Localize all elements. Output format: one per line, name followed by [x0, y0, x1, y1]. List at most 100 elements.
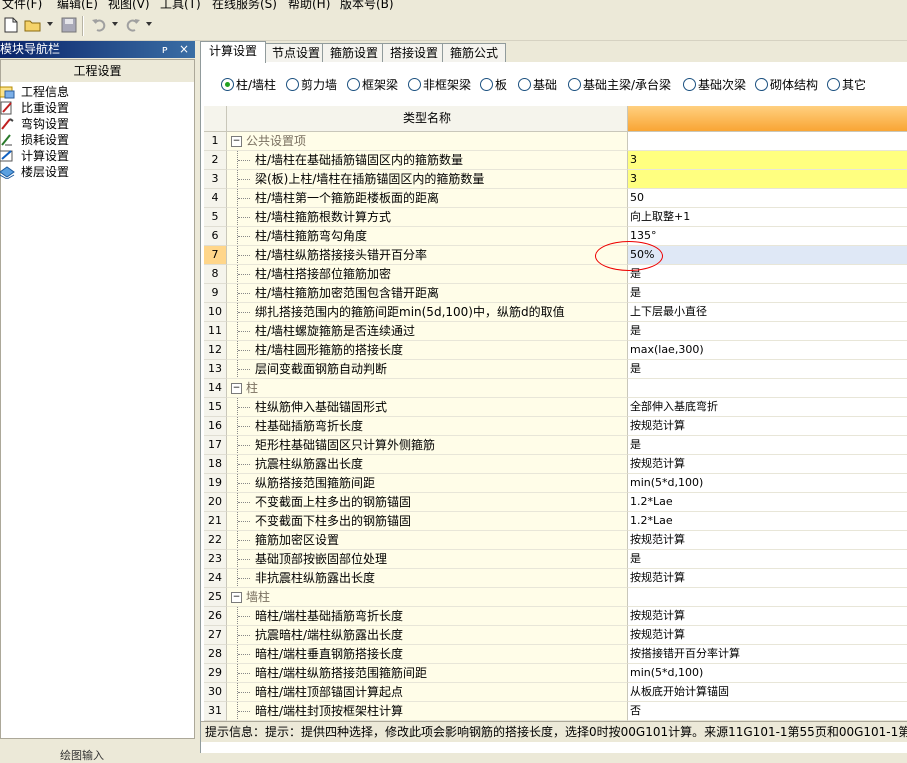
table-row[interactable]: 22 箍筋加密区设置 按规范计算 [204, 531, 907, 550]
menu-tools[interactable]: 工具(T) [160, 0, 201, 10]
setting-value-cell[interactable]: 1.2*Lae [628, 512, 907, 531]
table-row[interactable]: 20 不变截面上柱多出的钢筋锚固 1.2*Lae [204, 493, 907, 512]
save-icon[interactable] [60, 16, 78, 34]
table-row[interactable]: 2 柱/墙柱在基础插筋锚固区内的箍筋数量 3 [204, 151, 907, 170]
setting-value-cell[interactable]: 全部伸入基底弯折 [628, 398, 907, 417]
collapse-icon[interactable]: − [231, 383, 242, 394]
setting-value-cell[interactable]: 上下层最小直径 [628, 303, 907, 322]
setting-value-cell[interactable]: max(lae,300) [628, 341, 907, 360]
table-row[interactable]: 6 柱/墙柱箍筋弯勾角度 135° [204, 227, 907, 246]
setting-value-cell[interactable]: 按规范计算 [628, 455, 907, 474]
menu-version[interactable]: 版本号(B) [340, 0, 394, 10]
setting-value-cell[interactable]: min(5*d,100) [628, 474, 907, 493]
tab-lap-settings[interactable]: 搭接设置 [382, 43, 446, 62]
grid-group-row[interactable]: 1− 公共设置项 [204, 132, 907, 151]
menu-view[interactable]: 视图(V) [108, 0, 150, 10]
table-row[interactable]: 15 柱纵筋伸入基础锚固形式 全部伸入基底弯折 [204, 398, 907, 417]
setting-value-cell[interactable]: 向上取整+1 [628, 208, 907, 227]
setting-value-cell[interactable]: 是 [628, 360, 907, 379]
setting-value: 按规范计算 [630, 419, 685, 432]
setting-value-cell[interactable]: 按规范计算 [628, 607, 907, 626]
collapse-icon[interactable]: − [231, 136, 242, 147]
setting-value-cell[interactable]: 3 [628, 151, 907, 170]
table-row[interactable]: 17 矩形柱基础锚固区只计算外侧箍筋 是 [204, 436, 907, 455]
setting-value-cell[interactable]: 按规范计算 [628, 417, 907, 436]
table-row[interactable]: 21 不变截面下柱多出的钢筋锚固 1.2*Lae [204, 512, 907, 531]
setting-value-cell[interactable]: 按搭接错开百分率计算 [628, 645, 907, 664]
row-name-cell: 柱/墙柱搭接部位箍筋加密 [227, 265, 628, 284]
menu-edit[interactable]: 编辑(E) [57, 0, 98, 10]
table-row[interactable]: 3 梁(板)上柱/墙柱在插筋锚固区内的箍筋数量 3 [204, 170, 907, 189]
menu-file[interactable]: 文件(F) [2, 0, 42, 10]
undo-icon[interactable] [90, 16, 108, 34]
grid-group-row[interactable]: 14− 柱 [204, 379, 907, 398]
row-number: 9 [204, 284, 227, 303]
close-icon[interactable]: × [179, 41, 189, 58]
table-row[interactable]: 12 柱/墙柱圆形箍筋的搭接长度 max(lae,300) [204, 341, 907, 360]
setting-value-cell[interactable]: 按规范计算 [628, 531, 907, 550]
setting-value-cell[interactable]: 是 [628, 436, 907, 455]
row-name-cell: 抗震柱纵筋露出长度 [227, 455, 628, 474]
table-row[interactable]: 11 柱/墙柱螺旋箍筋是否连续通过 是 [204, 322, 907, 341]
open-dropdown-icon[interactable] [47, 22, 53, 26]
panel-bottom-tab[interactable]: 绘图输入 [60, 747, 104, 763]
setting-value-cell[interactable]: 从板底开始计算锚固 [628, 683, 907, 702]
open-folder-icon[interactable] [24, 16, 42, 34]
radio-icon [286, 78, 299, 91]
table-row[interactable]: 18 抗震柱纵筋露出长度 按规范计算 [204, 455, 907, 474]
weight-settings-icon [0, 101, 15, 115]
new-file-icon[interactable] [2, 16, 20, 34]
table-row[interactable]: 24 非抗震柱纵筋露出长度 按规范计算 [204, 569, 907, 588]
tab-stirrup-settings[interactable]: 箍筋设置 [322, 43, 386, 62]
table-row[interactable]: 9 柱/墙柱箍筋加密范围包含错开距离 是 [204, 284, 907, 303]
table-row[interactable]: 19 纵筋搭接范围箍筋间距 min(5*d,100) [204, 474, 907, 493]
table-row[interactable]: 5 柱/墙柱箍筋根数计算方式 向上取整+1 [204, 208, 907, 227]
tree-branch [238, 179, 250, 181]
grid-group-row[interactable]: 25− 墙柱 [204, 588, 907, 607]
setting-value-cell[interactable]: 是 [628, 322, 907, 341]
menu-help[interactable]: 帮助(H) [288, 0, 330, 10]
table-row[interactable]: 31 暗柱/端柱封顶按框架柱计算 否 [204, 702, 907, 721]
setting-value-cell[interactable]: 按规范计算 [628, 569, 907, 588]
tab-stirrup-formula[interactable]: 箍筋公式 [442, 43, 506, 62]
table-row[interactable]: 28 暗柱/端柱垂直钢筋搭接长度 按搭接错开百分率计算 [204, 645, 907, 664]
tab-node-settings[interactable]: 节点设置 [264, 43, 328, 62]
table-row[interactable]: 23 基础顶部按嵌固部位处理 是 [204, 550, 907, 569]
table-row[interactable]: 13 层间变截面钢筋自动判断 是 [204, 360, 907, 379]
setting-value-cell[interactable] [628, 379, 907, 398]
pin-icon[interactable]: ᴘ [162, 41, 168, 58]
setting-value-cell[interactable]: 否 [628, 702, 907, 721]
panel-section-header[interactable]: 工程设置 [0, 59, 195, 83]
table-row[interactable]: 29 暗柱/端柱纵筋搭接范围箍筋间距 min(5*d,100) [204, 664, 907, 683]
redo-icon[interactable] [124, 16, 142, 34]
setting-value-cell[interactable]: 135° [628, 227, 907, 246]
setting-value-cell[interactable]: 1.2*Lae [628, 493, 907, 512]
setting-value-cell[interactable]: 按规范计算 [628, 626, 907, 645]
table-row[interactable]: 10 绑扎搭接范围内的箍筋间距min(5d,100)中，纵筋d的取值 上下层最小直径 [204, 303, 907, 322]
row-number: 2 [204, 151, 227, 170]
collapse-icon[interactable]: − [231, 592, 242, 603]
setting-value-cell[interactable] [628, 132, 907, 151]
menu-online-service[interactable]: 在线服务(S) [212, 0, 277, 10]
setting-value-cell[interactable]: 50 [628, 189, 907, 208]
setting-value-cell[interactable] [628, 588, 907, 607]
calc-settings-panel: 柱/墙柱 剪力墙 框架梁 非框架梁 板 基础 基础主梁/承台梁 基础次梁 砌体结… [200, 62, 907, 753]
tab-calc-settings[interactable]: 计算设置 [200, 41, 266, 63]
table-row[interactable]: 27 抗震暗柱/端柱纵筋露出长度 按规范计算 [204, 626, 907, 645]
setting-value-cell[interactable]: 50% [628, 246, 907, 265]
table-row[interactable]: 26 暗柱/端柱基础插筋弯折长度 按规范计算 [204, 607, 907, 626]
setting-value-cell[interactable]: 是 [628, 265, 907, 284]
setting-value-cell[interactable]: 是 [628, 284, 907, 303]
setting-value-cell[interactable]: 3 [628, 170, 907, 189]
table-row[interactable]: 4 柱/墙柱第一个箍筋距楼板面的距离 50 [204, 189, 907, 208]
redo-dropdown-icon[interactable] [146, 22, 152, 26]
setting-value-cell[interactable]: min(5*d,100) [628, 664, 907, 683]
table-row[interactable]: 16 柱基础插筋弯折长度 按规范计算 [204, 417, 907, 436]
table-row[interactable]: 8 柱/墙柱搭接部位箍筋加密 是 [204, 265, 907, 284]
undo-dropdown-icon[interactable] [112, 22, 118, 26]
calc-settings-icon [0, 149, 15, 163]
nav-list: 工程信息 比重设置 弯钩设置 损耗设置 计算设置 楼层设置 [0, 82, 195, 739]
setting-value-cell[interactable]: 是 [628, 550, 907, 569]
table-row[interactable]: 30 暗柱/端柱顶部锚固计算起点 从板底开始计算锚固 [204, 683, 907, 702]
table-row[interactable]: 7 柱/墙柱纵筋搭接接头错开百分率 50% [204, 246, 907, 265]
